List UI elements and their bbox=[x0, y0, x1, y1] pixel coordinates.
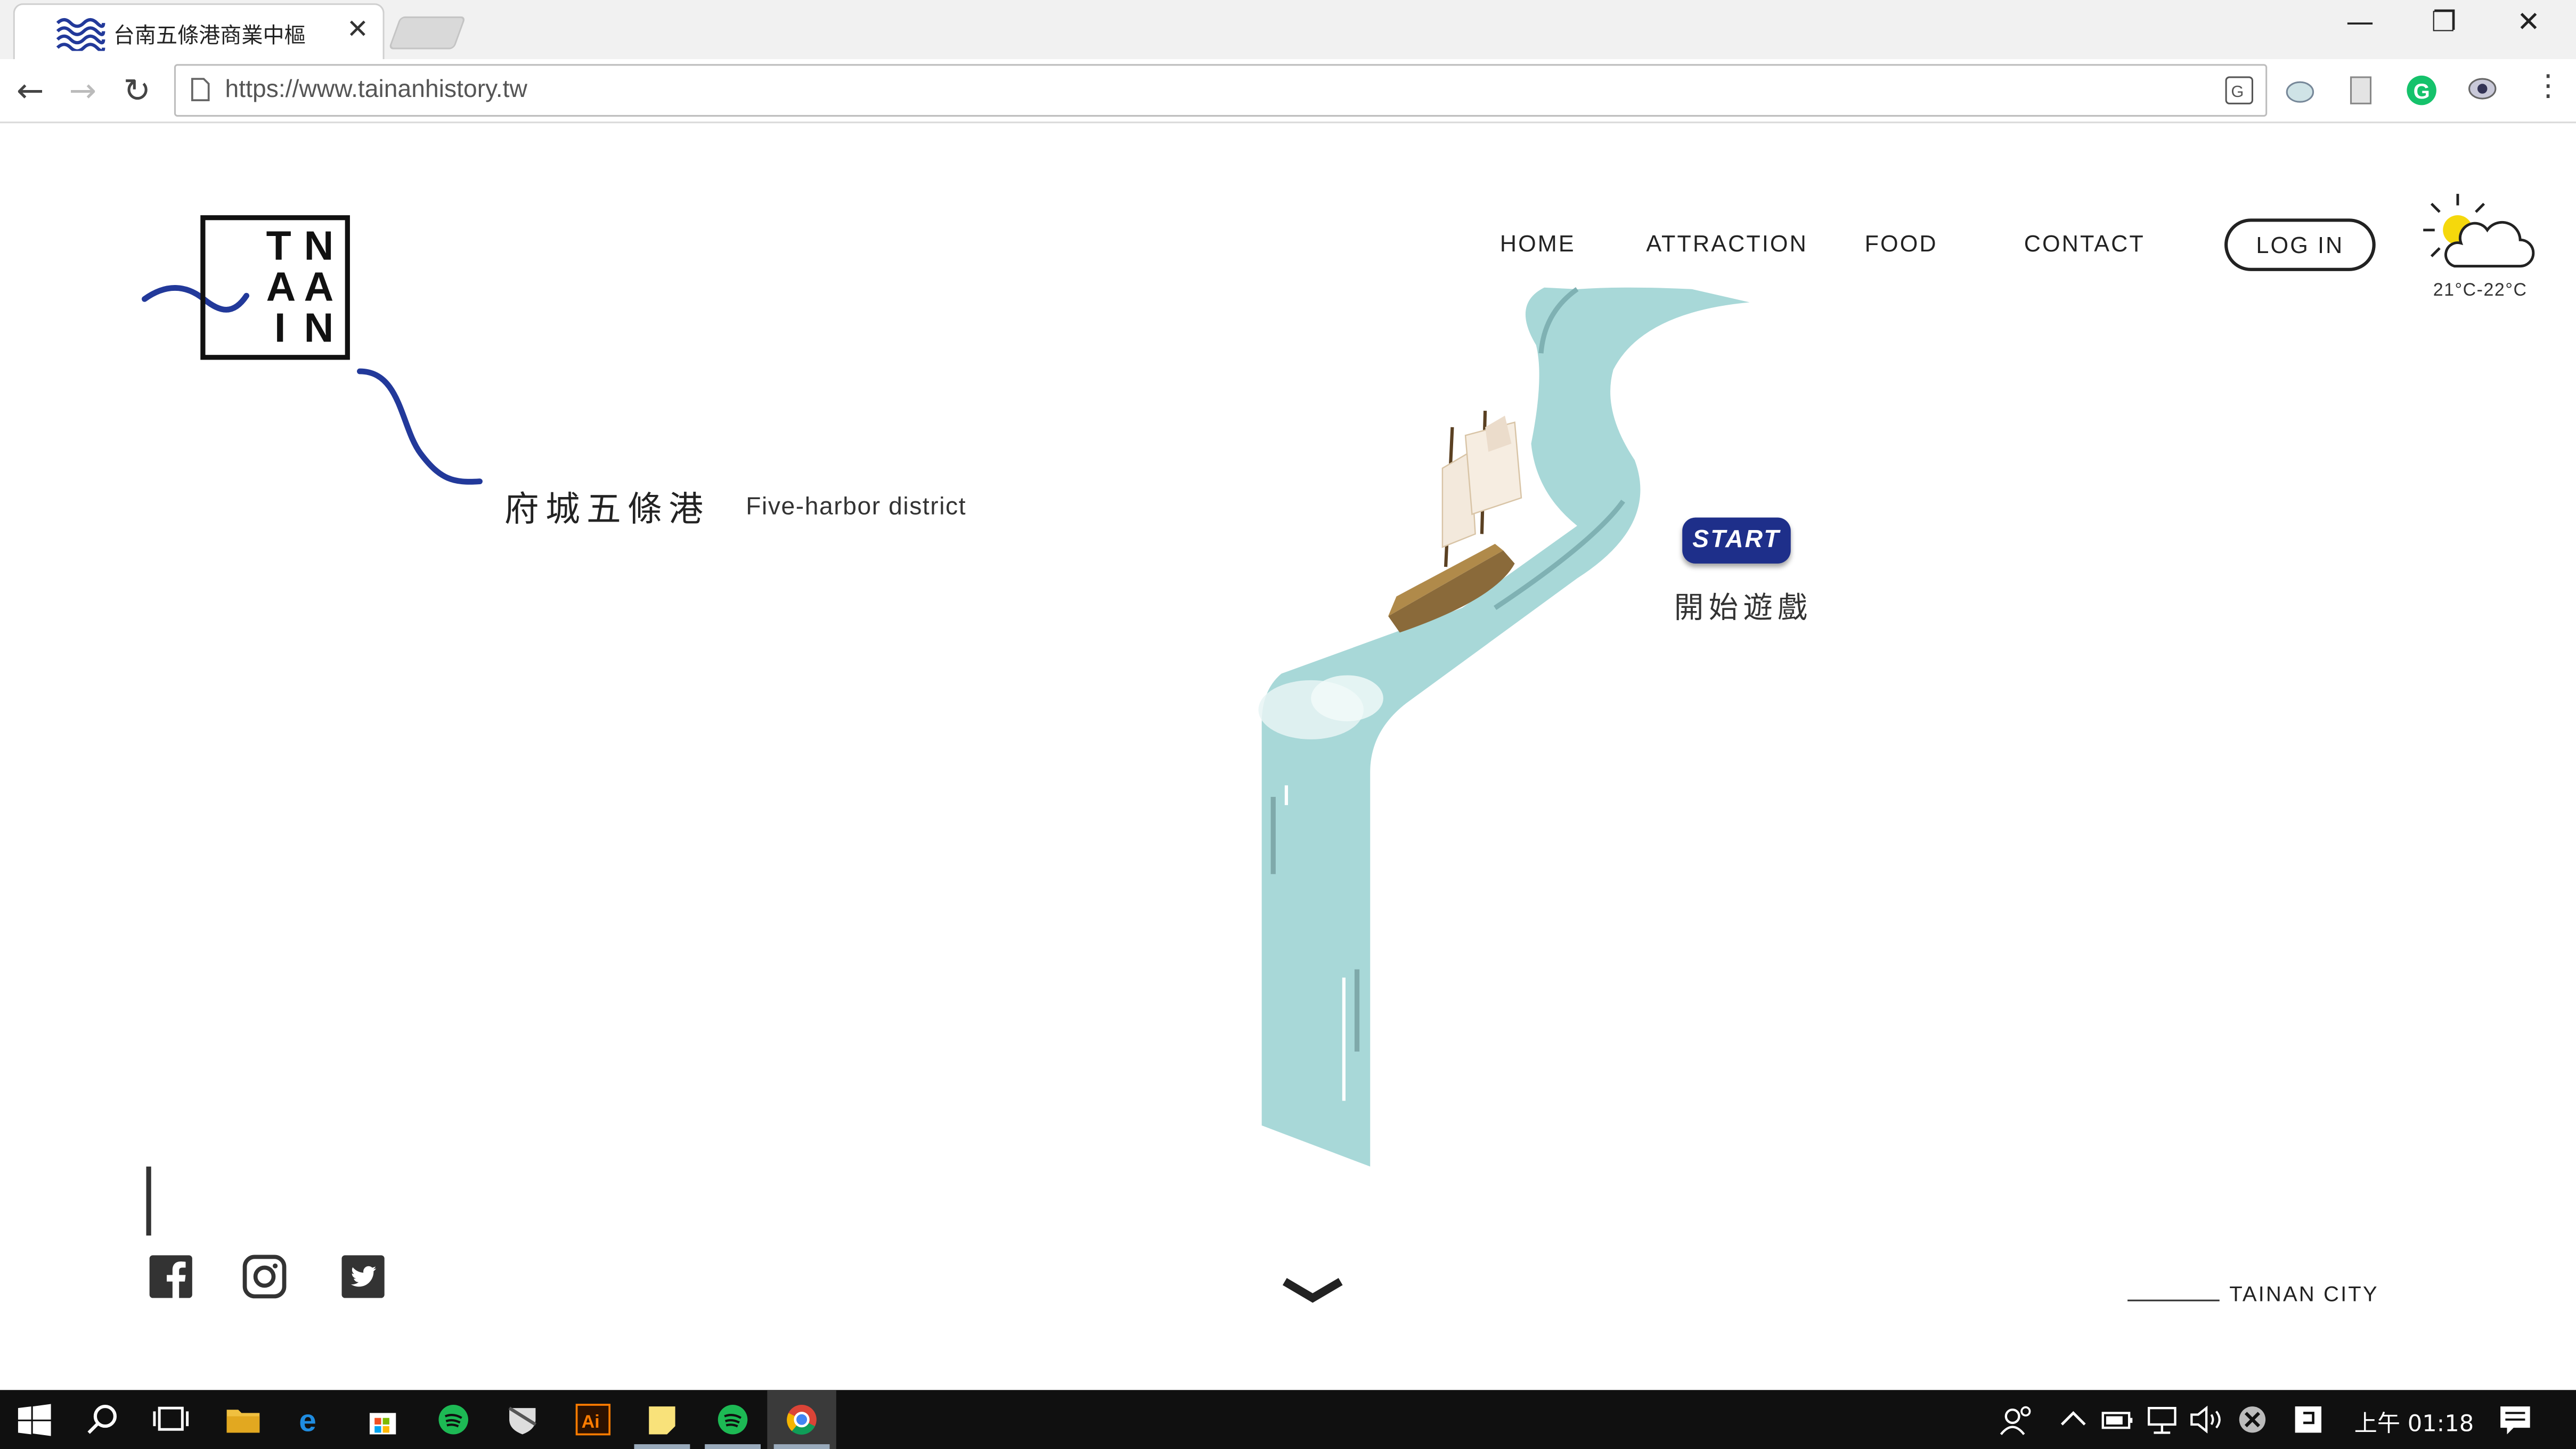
windows-start-icon[interactable] bbox=[17, 1403, 53, 1436]
store-icon[interactable] bbox=[365, 1403, 401, 1436]
windows-taskbar: e Ai 上午 01:18 bbox=[0, 1390, 2576, 1449]
edge-browser-icon[interactable]: e bbox=[296, 1403, 332, 1436]
svg-text:G: G bbox=[2414, 80, 2430, 103]
shield-app-icon[interactable] bbox=[504, 1403, 541, 1436]
reload-icon[interactable]: ↻ bbox=[123, 71, 151, 110]
browser-menu-icon[interactable]: ⋮ bbox=[2533, 69, 2563, 104]
logo-letter: A bbox=[304, 264, 334, 311]
grammarly-icon[interactable]: G bbox=[2405, 74, 2438, 107]
browser-tabstrip: 台南五條港商業中樞 ✕ — ❐ ✕ bbox=[0, 0, 2576, 61]
logo-letter: N bbox=[304, 305, 334, 352]
logo-letter: A bbox=[266, 264, 296, 311]
login-button[interactable]: LOG IN bbox=[2224, 218, 2376, 271]
input-method-icon[interactable] bbox=[2290, 1403, 2326, 1436]
volume-icon[interactable] bbox=[2188, 1403, 2224, 1436]
site-logo[interactable]: T N A A I N bbox=[200, 215, 350, 360]
blocked-app-icon[interactable] bbox=[2235, 1403, 2271, 1436]
logo-letter: T bbox=[266, 223, 291, 270]
start-game-label[interactable]: 開始遊戲 bbox=[1674, 585, 1812, 628]
search-icon[interactable] bbox=[85, 1403, 121, 1436]
tab-title: 台南五條港商業中樞 bbox=[113, 25, 306, 50]
nav-home[interactable]: HOME bbox=[1500, 230, 1576, 256]
scroll-down-chevron-icon[interactable] bbox=[1282, 1275, 1344, 1308]
notifications-icon[interactable] bbox=[2497, 1403, 2533, 1436]
logo-wave-right bbox=[357, 368, 483, 485]
wave-favicon-icon bbox=[56, 18, 105, 51]
svg-text:Ai: Ai bbox=[582, 1412, 600, 1432]
logo-letter: N bbox=[304, 223, 334, 270]
people-icon[interactable] bbox=[1999, 1403, 2035, 1436]
tab-close-icon[interactable]: ✕ bbox=[347, 13, 369, 45]
spotify-icon[interactable] bbox=[435, 1403, 471, 1436]
logo-letter: I bbox=[274, 305, 286, 352]
close-window-icon[interactable]: ✕ bbox=[2517, 6, 2540, 39]
district-title-en: Five-harbor district bbox=[746, 493, 967, 521]
weather-temperature: 21°C-22°C bbox=[2433, 281, 2528, 301]
nav-contact[interactable]: CONTACT bbox=[2024, 230, 2145, 256]
svg-text:G: G bbox=[2231, 82, 2244, 101]
back-icon[interactable]: ← bbox=[17, 71, 44, 110]
facebook-icon[interactable] bbox=[148, 1253, 194, 1299]
river-illustration[interactable] bbox=[1249, 279, 1774, 1183]
file-explorer-icon[interactable] bbox=[225, 1403, 262, 1436]
new-tab-button[interactable] bbox=[388, 16, 466, 50]
twitter-icon[interactable] bbox=[340, 1253, 386, 1299]
instagram-icon[interactable] bbox=[241, 1253, 287, 1299]
browser-toolbar: ← → ↻ https://www.tainanhistory.tw G G ⋮ bbox=[0, 59, 2576, 124]
chrome-icon[interactable] bbox=[784, 1403, 820, 1436]
minimize-icon[interactable]: — bbox=[2346, 6, 2374, 39]
forward-icon[interactable]: → bbox=[69, 71, 97, 110]
battery-icon[interactable] bbox=[2100, 1403, 2136, 1436]
network-icon[interactable] bbox=[2144, 1403, 2180, 1436]
page-icon bbox=[191, 78, 210, 101]
nav-food[interactable]: FOOD bbox=[1865, 230, 1938, 256]
restore-icon[interactable]: ❐ bbox=[2432, 6, 2457, 39]
extension-document-icon[interactable] bbox=[2344, 74, 2377, 107]
chevron-up-icon[interactable] bbox=[2055, 1403, 2091, 1436]
nav-attraction[interactable]: ATTRACTION bbox=[1646, 230, 1808, 256]
spotify-icon[interactable] bbox=[715, 1403, 751, 1436]
taskbar-clock[interactable]: 上午 01:18 bbox=[2354, 1406, 2474, 1439]
city-label: TAINAN CITY bbox=[2229, 1281, 2379, 1306]
city-label-line bbox=[2127, 1299, 2220, 1301]
browser-tab-active[interactable]: 台南五條港商業中樞 ✕ bbox=[13, 3, 385, 61]
district-title-zh: 府城五條港 bbox=[504, 490, 710, 530]
address-bar[interactable]: https://www.tainanhistory.tw G bbox=[174, 64, 2268, 117]
sticky-notes-icon[interactable] bbox=[644, 1403, 680, 1436]
translate-icon[interactable]: G bbox=[2224, 76, 2254, 105]
url-text: https://www.tainanhistory.tw bbox=[225, 75, 527, 104]
social-divider bbox=[146, 1166, 151, 1236]
partly-cloudy-icon bbox=[2423, 193, 2535, 268]
extension-cloud-icon[interactable] bbox=[2284, 74, 2317, 107]
task-view-icon[interactable] bbox=[153, 1403, 189, 1436]
start-game-button[interactable]: START bbox=[1682, 517, 1791, 564]
extension-chat-icon[interactable] bbox=[2466, 74, 2499, 107]
svg-text:e: e bbox=[299, 1403, 316, 1436]
illustrator-icon[interactable]: Ai bbox=[575, 1403, 611, 1436]
